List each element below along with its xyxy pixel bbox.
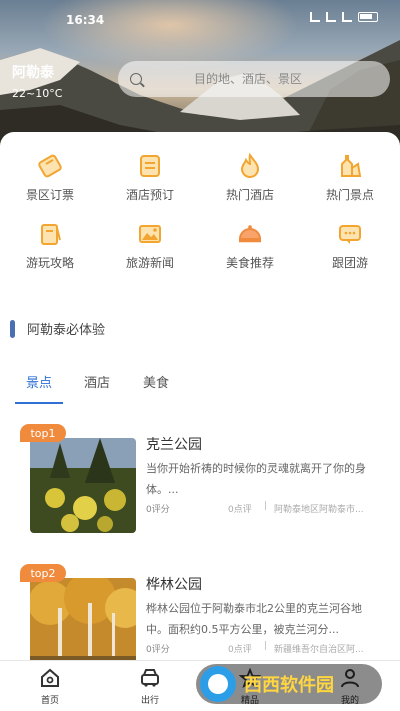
chat-group-icon — [339, 225, 361, 244]
attraction-photo — [30, 578, 136, 673]
ticket-icon — [38, 154, 62, 178]
meta-separator: | — [264, 501, 268, 511]
attraction-address: 新疆维吾尔自治区阿... — [274, 645, 364, 655]
review-count: 0点评 — [228, 505, 252, 515]
review-count: 0点评 — [228, 645, 252, 655]
rank-badge: top1 — [20, 424, 66, 442]
news-photo-icon — [139, 225, 161, 243]
wifi-icon — [342, 12, 352, 22]
guide-book-icon — [41, 224, 61, 245]
section-header: 阿勒泰必体验 — [10, 319, 105, 338]
location-name[interactable]: 阿勒泰 — [12, 62, 54, 82]
feature-travel-news[interactable]: 旅游新闻 — [100, 220, 200, 272]
content-panel: 景区订票 酒店预订 热门酒店 热门景点 游玩攻略 旅游新闻 美食推荐 跟团游 阿… — [0, 132, 400, 673]
section-title: 阿勒泰必体验 — [27, 323, 106, 338]
attraction-address: 阿勒泰地区阿勒泰市... — [274, 505, 364, 515]
food-cloche-icon — [238, 225, 262, 243]
fire-icon — [240, 152, 260, 178]
feature-label: 旅游新闻 — [125, 256, 174, 270]
feature-travel-guide[interactable]: 游玩攻略 — [0, 220, 100, 272]
feature-group-tour[interactable]: 跟团游 — [300, 220, 400, 272]
attraction-description: 当你开始祈祷的时候你的灵魂就离开了你的身体。... — [146, 462, 366, 496]
feature-label: 美食推荐 — [225, 256, 274, 270]
feature-label: 景区订票 — [25, 188, 74, 202]
tab-attractions[interactable]: 景点 — [26, 372, 52, 391]
landmark-icon — [341, 155, 362, 177]
feature-food-recommend[interactable]: 美食推荐 — [200, 220, 300, 272]
section-accent-bar — [10, 319, 15, 338]
flower-meadow-image — [30, 438, 136, 533]
attraction-photo — [30, 438, 136, 533]
attraction-card[interactable]: top1 克兰公园 当你开始祈祷的时候你的灵魂就离开了你的身体。... 0评分 … — [0, 424, 400, 549]
nav-travel[interactable]: 出行 — [100, 661, 200, 711]
watermark-text: 西西软件园 — [244, 675, 334, 696]
rating-score: 0评分 — [146, 645, 170, 655]
feature-label: 跟团游 — [331, 256, 368, 270]
home-icon — [41, 668, 59, 687]
tab-food[interactable]: 美食 — [143, 372, 169, 391]
birch-forest-image — [30, 578, 136, 673]
status-icons — [310, 12, 378, 22]
nav-label: 出行 — [140, 696, 159, 706]
attraction-name: 克兰公园 — [146, 437, 202, 453]
hotel-booking-icon — [140, 155, 160, 177]
nav-home[interactable]: 首页 — [0, 661, 100, 711]
feature-label: 热门酒店 — [225, 188, 274, 202]
active-tab-indicator — [15, 402, 63, 404]
search-input[interactable] — [194, 72, 374, 86]
feature-hot-attractions[interactable]: 热门景点 — [300, 152, 400, 204]
battery-icon — [358, 12, 378, 22]
feature-grid: 景区订票 酒店预订 热门酒店 热门景点 游玩攻略 旅游新闻 美食推荐 跟团游 — [0, 152, 400, 272]
status-bar: 16:34 — [0, 12, 400, 30]
feature-hot-hotels[interactable]: 热门酒店 — [200, 152, 300, 204]
nav-label: 首页 — [40, 696, 59, 706]
attraction-description: 桦林公园位于阿勒泰市北2公里的克兰河谷地中。面积约0.5平方公里，被克兰河分..… — [146, 602, 362, 636]
watermark-logo-icon — [200, 666, 236, 702]
feature-label: 游玩攻略 — [25, 256, 74, 270]
search-icon — [130, 73, 142, 85]
feature-scenic-ticket[interactable]: 景区订票 — [0, 152, 100, 204]
car-icon — [141, 669, 159, 687]
tab-hotels[interactable]: 酒店 — [84, 372, 110, 391]
status-time: 16:34 — [66, 13, 105, 27]
alarm-icon — [326, 12, 336, 22]
signal-icon — [310, 12, 320, 22]
attraction-name: 桦林公园 — [146, 577, 202, 593]
feature-hotel-booking[interactable]: 酒店预订 — [100, 152, 200, 204]
feature-label: 热门景点 — [325, 188, 374, 202]
site-watermark: 西西软件园 — [196, 664, 382, 704]
meta-separator: | — [264, 641, 268, 651]
category-tabs: 景点 酒店 美食 — [0, 372, 400, 408]
feature-label: 酒店预订 — [125, 188, 174, 202]
header-background: 16:34 阿勒泰 22~10°C — [0, 0, 400, 150]
rating-score: 0评分 — [146, 505, 170, 515]
temperature-range: 22~10°C — [12, 87, 63, 100]
rank-badge: top2 — [20, 564, 66, 582]
search-bar[interactable] — [118, 61, 390, 97]
